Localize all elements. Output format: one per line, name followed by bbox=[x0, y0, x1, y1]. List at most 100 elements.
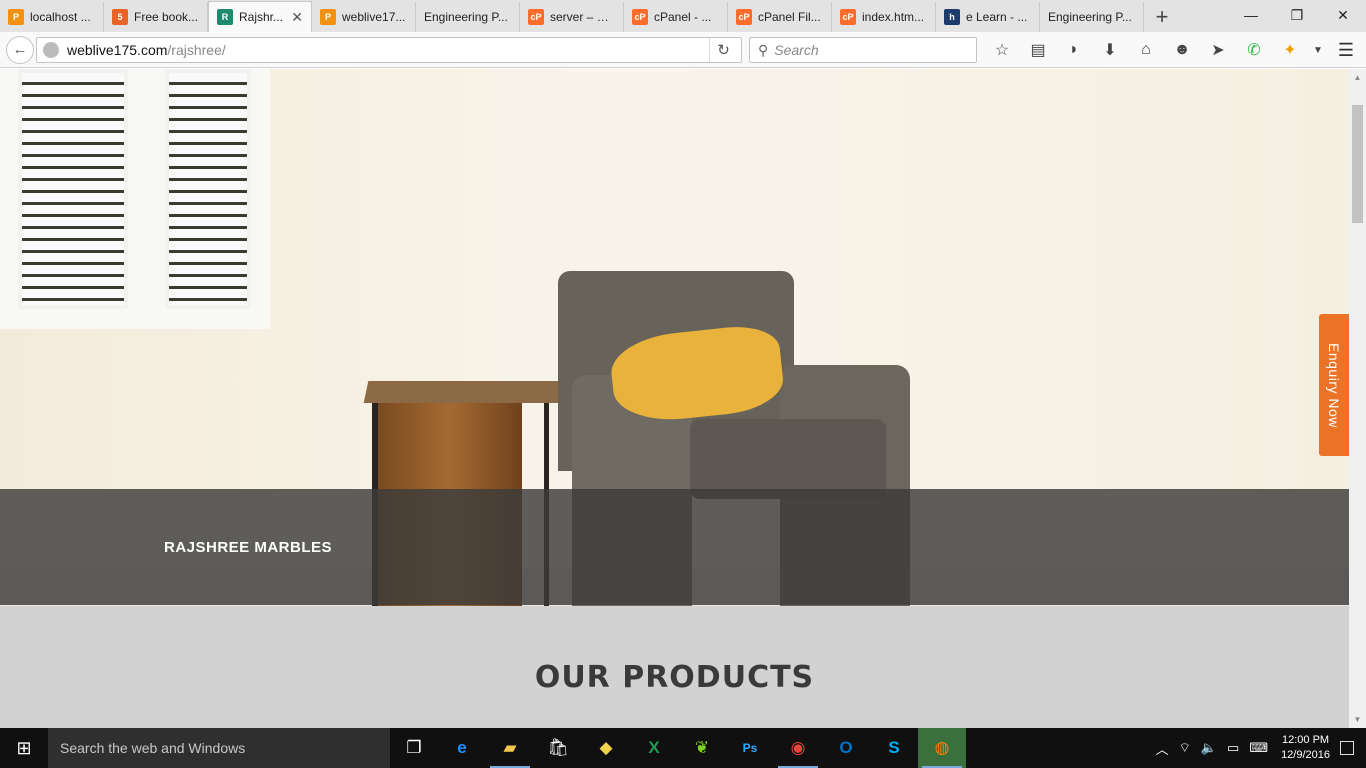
file-explorer-icon[interactable]: ▰ bbox=[486, 728, 534, 768]
page-scrollbar[interactable]: ▲ ▼ bbox=[1349, 69, 1366, 728]
chevron-down-icon[interactable]: ▼ bbox=[1308, 36, 1328, 64]
web-page: RAJSHREE MARBLES OUR PRODUCTS Enquiry No… bbox=[0, 69, 1349, 728]
browser-tab[interactable]: Engineering P... bbox=[1040, 2, 1144, 32]
browser-tab[interactable]: h e Learn - ... bbox=[936, 2, 1040, 32]
browser-nav-bar: ← weblive175.com/rajshree/ ↻ ⚲ Search ☆ … bbox=[0, 32, 1366, 68]
tab-title: weblive17... bbox=[342, 10, 406, 24]
browser-tab-active[interactable]: R Rajshr... ✕ bbox=[208, 1, 312, 32]
store-icon[interactable]: 🛍 bbox=[534, 728, 582, 768]
tab-title: e Learn - ... bbox=[966, 10, 1028, 24]
close-tab-icon[interactable]: ✕ bbox=[291, 9, 303, 26]
cpanel-icon: cP bbox=[528, 9, 544, 25]
browser-tab[interactable]: cP index.htm... bbox=[832, 2, 936, 32]
window-shutter bbox=[165, 69, 251, 309]
elearn-icon: h bbox=[944, 9, 960, 25]
tab-title: server – W... bbox=[550, 10, 615, 24]
outlook-icon[interactable]: O bbox=[822, 728, 870, 768]
scroll-thumb[interactable] bbox=[1352, 105, 1363, 223]
skype-icon[interactable]: S bbox=[870, 728, 918, 768]
whatsapp-icon[interactable]: ✆ bbox=[1236, 36, 1272, 64]
browser-tab[interactable]: P localhost ... bbox=[0, 2, 104, 32]
url-path: /rajshree/ bbox=[167, 42, 226, 58]
enquiry-label: Enquiry Now bbox=[1326, 342, 1342, 428]
cpanel-icon: cP bbox=[736, 9, 752, 25]
reading-list-icon[interactable]: ▤ bbox=[1020, 36, 1056, 64]
photoshop-icon[interactable]: Ps bbox=[726, 728, 774, 768]
edge-icon[interactable]: e bbox=[438, 728, 486, 768]
section-title: OUR PRODUCTS bbox=[534, 660, 815, 695]
site-logo-icon: R bbox=[217, 9, 233, 25]
notification-icon[interactable] bbox=[1340, 741, 1354, 755]
toolbar-icons: ☆ ▤ ◗ ⬇ ⌂ ☻ ➤ ✆ ✦ ▼ bbox=[984, 36, 1328, 64]
tab-title: cPanel Fil... bbox=[758, 10, 821, 24]
feather-icon[interactable]: ❦ bbox=[678, 728, 726, 768]
send-icon[interactable]: ➤ bbox=[1200, 36, 1236, 64]
browser-tab[interactable]: cP server – W... bbox=[520, 2, 624, 32]
volume-icon[interactable]: 🔈 bbox=[1201, 740, 1217, 756]
hero-banner: RAJSHREE MARBLES bbox=[0, 69, 1349, 606]
clock[interactable]: 12:00 PM 12/9/2016 bbox=[1281, 733, 1330, 763]
browser-tab[interactable]: 5 Free book... bbox=[104, 2, 208, 32]
photos-icon[interactable]: ◆ bbox=[582, 728, 630, 768]
browser-tab-strip: P localhost ... 5 Free book... R Rajshr.… bbox=[0, 0, 1366, 32]
hero-caption: RAJSHREE MARBLES bbox=[164, 539, 333, 556]
search-placeholder: Search bbox=[774, 42, 819, 58]
excel-icon[interactable]: X bbox=[630, 728, 678, 768]
battery-icon[interactable]: ▭ bbox=[1227, 740, 1239, 756]
tab-title: Engineering P... bbox=[1048, 10, 1132, 24]
window-controls: — ❐ ✕ bbox=[1228, 0, 1366, 30]
clock-date: 12/9/2016 bbox=[1281, 749, 1330, 761]
windows-start-icon[interactable]: ⊞ bbox=[0, 728, 48, 768]
browser-tab[interactable]: cP cPanel Fil... bbox=[728, 2, 832, 32]
home-icon[interactable]: ⌂ bbox=[1128, 36, 1164, 64]
download-icon[interactable]: ⬇ bbox=[1092, 36, 1128, 64]
chrome-icon[interactable]: ◉ bbox=[774, 728, 822, 768]
tab-title: Engineering P... bbox=[424, 10, 508, 24]
bookmark-star-icon[interactable]: ☆ bbox=[984, 36, 1020, 64]
cpanel-icon: cP bbox=[632, 9, 648, 25]
minimize-icon[interactable]: — bbox=[1228, 0, 1274, 30]
scroll-up-icon[interactable]: ▲ bbox=[1349, 69, 1366, 86]
cpanel-icon: cP bbox=[840, 9, 856, 25]
pocket-icon[interactable]: ◗ bbox=[1056, 36, 1092, 64]
browser-tab[interactable]: cP cPanel - ... bbox=[624, 2, 728, 32]
taskbar-search-placeholder: Search the web and Windows bbox=[60, 740, 246, 756]
back-button[interactable]: ← bbox=[6, 35, 34, 64]
chevron-up-icon[interactable]: ︿ bbox=[1156, 739, 1169, 758]
pma-icon: P bbox=[8, 9, 24, 25]
tab-title: index.htm... bbox=[862, 10, 925, 24]
close-window-icon[interactable]: ✕ bbox=[1320, 0, 1366, 30]
browser-tab[interactable]: P weblive17... bbox=[312, 2, 416, 32]
tab-title: localhost ... bbox=[30, 10, 91, 24]
hello-chat-icon[interactable]: ☻ bbox=[1164, 36, 1200, 64]
extension-icon[interactable]: ✦ bbox=[1272, 36, 1308, 64]
new-tab-button[interactable]: + bbox=[1144, 2, 1180, 32]
reload-icon[interactable]: ↻ bbox=[709, 38, 737, 62]
search-input[interactable]: ⚲ Search bbox=[749, 37, 977, 63]
wifi-icon[interactable]: ⌔ bbox=[1179, 740, 1191, 756]
window-shutter bbox=[18, 69, 128, 309]
search-icon: ⚲ bbox=[758, 41, 769, 58]
globe-icon bbox=[43, 42, 59, 58]
tab-title: Free book... bbox=[134, 10, 199, 24]
hero-window-image bbox=[0, 69, 270, 329]
taskbar-search-input[interactable]: Search the web and Windows bbox=[48, 728, 390, 768]
task-view-icon[interactable]: ❐ bbox=[390, 728, 438, 768]
scroll-down-icon[interactable]: ▼ bbox=[1349, 711, 1366, 728]
url-host: weblive175.com bbox=[67, 42, 168, 58]
hamburger-menu-icon[interactable]: ☰ bbox=[1332, 36, 1360, 64]
pma-icon: P bbox=[320, 9, 336, 25]
enquiry-now-button[interactable]: Enquiry Now bbox=[1319, 314, 1349, 456]
products-section: OUR PRODUCTS bbox=[0, 606, 1349, 728]
firefox-icon[interactable]: ◍ bbox=[918, 728, 966, 768]
tab-title: cPanel - ... bbox=[654, 10, 712, 24]
windows-taskbar: ⊞ Search the web and Windows ❐ e ▰ 🛍 ◆ X… bbox=[0, 728, 1366, 768]
browser-tab[interactable]: Engineering P... bbox=[416, 2, 520, 32]
taskbar-apps: ❐ e ▰ 🛍 ◆ X ❦ Ps ◉ O S ◍ bbox=[390, 728, 966, 768]
clock-time: 12:00 PM bbox=[1281, 734, 1330, 746]
address-bar[interactable]: weblive175.com/rajshree/ ↻ bbox=[36, 37, 742, 63]
armchair-seat bbox=[690, 419, 886, 499]
restore-icon[interactable]: ❐ bbox=[1274, 0, 1320, 30]
system-tray: ︿ ⌔ 🔈 ▭ ⌨ 12:00 PM 12/9/2016 bbox=[1151, 728, 1366, 768]
keyboard-icon[interactable]: ⌨ bbox=[1249, 740, 1268, 756]
